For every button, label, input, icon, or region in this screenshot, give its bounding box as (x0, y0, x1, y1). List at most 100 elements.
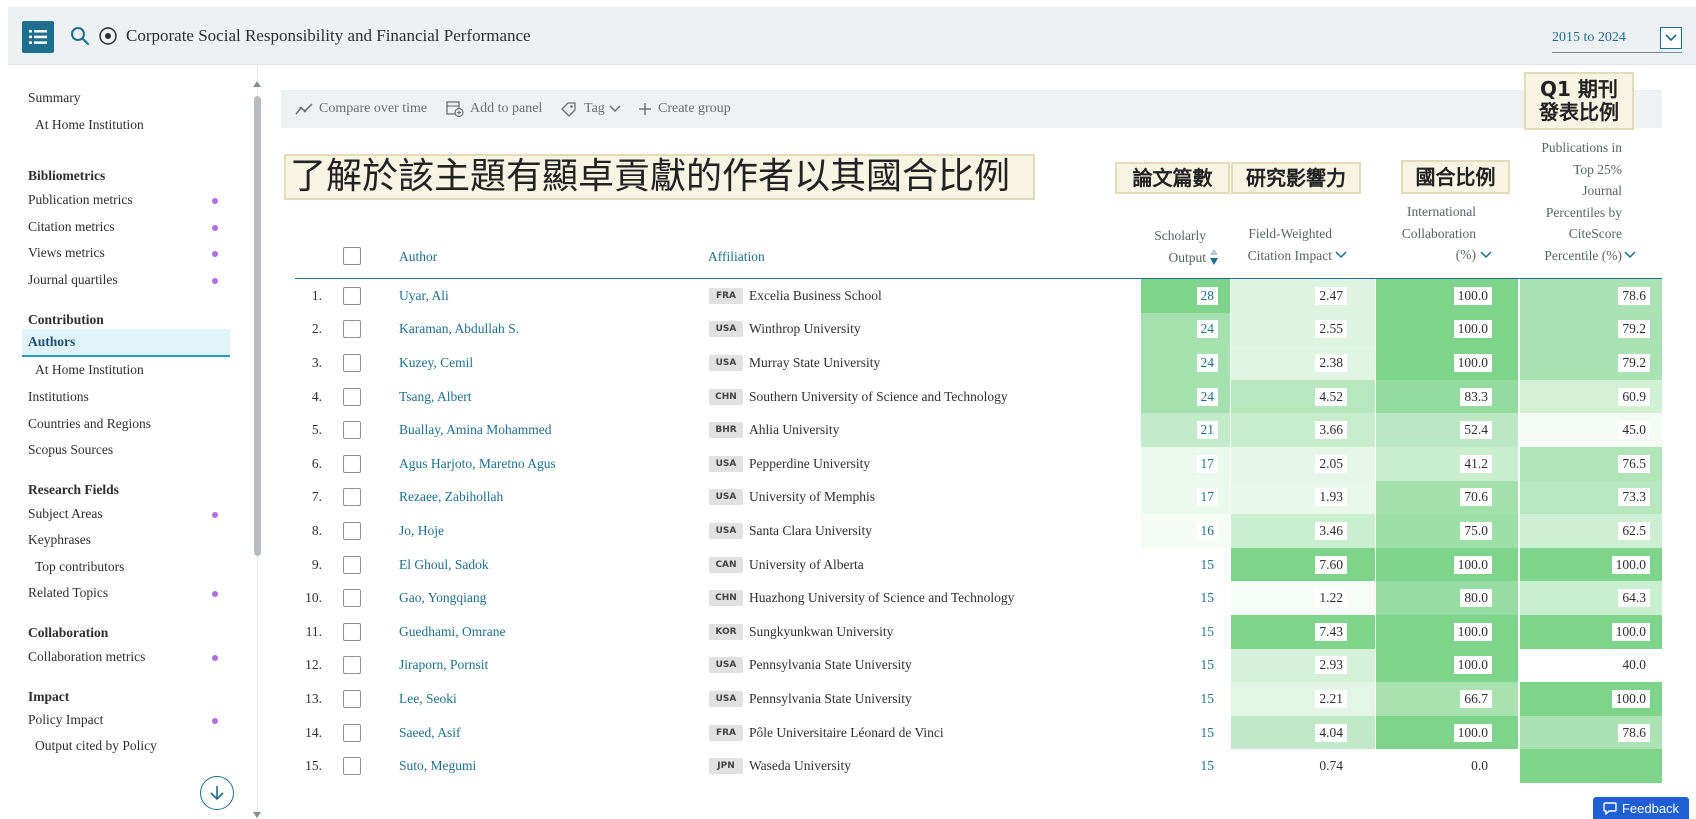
scholarly-output-value[interactable]: 24 (1196, 353, 1218, 372)
author-link[interactable]: Kuzey, Cemil (399, 346, 699, 380)
country-badge: USA (709, 321, 743, 338)
author-link[interactable]: Jo, Hoje (399, 514, 699, 548)
scholarly-output-value[interactable]: 15 (1196, 589, 1218, 608)
create-group-button[interactable]: Create group (638, 90, 731, 128)
sidebar-item-publication-metrics[interactable]: Publication metrics (28, 192, 230, 208)
country-badge: USA (709, 690, 743, 707)
chevron-down-icon[interactable] (1480, 251, 1492, 259)
row-checkbox[interactable] (343, 320, 361, 339)
row-checkbox[interactable] (343, 622, 361, 641)
new-feature-dot-icon (212, 251, 218, 257)
international-collaboration-cell: 100.0 (1376, 279, 1518, 313)
scholarly-output-value[interactable]: 15 (1196, 723, 1218, 742)
row-checkbox[interactable] (343, 723, 361, 742)
add-to-panel-button[interactable]: Add to panel (446, 90, 542, 128)
tag-dropdown-button[interactable]: Tag (560, 90, 621, 128)
row-checkbox[interactable] (343, 421, 361, 440)
scholarly-output-value[interactable]: 15 (1196, 622, 1218, 641)
author-link[interactable]: Tsang, Albert (399, 380, 699, 414)
table-row: 1. Uyar, Ali FRA Excelia Business School 28 2… (0, 279, 1696, 313)
row-rank: 2. (311, 321, 322, 337)
author-link[interactable]: Rezaee, Zabihollah (399, 481, 699, 515)
sidebar-item-at-home-institution[interactable]: At Home Institution (35, 117, 237, 133)
author-link[interactable]: Gao, Yongqiang (399, 581, 699, 615)
row-checkbox[interactable] (343, 656, 361, 675)
affiliation-name: Pennsylvania State University (749, 690, 912, 706)
row-checkbox[interactable] (343, 521, 361, 540)
chevron-down-icon[interactable] (1660, 27, 1682, 49)
scholarly-output-value[interactable]: 17 (1196, 454, 1218, 473)
row-checkbox[interactable] (343, 454, 361, 473)
row-checkbox[interactable] (343, 589, 361, 608)
scroll-down-arrow-icon[interactable] (253, 812, 261, 818)
country-badge: USA (709, 455, 743, 472)
sidebar-item-views-metrics[interactable]: Views metrics (28, 245, 230, 261)
scholarly-output-value[interactable]: 15 (1196, 757, 1218, 776)
author-link[interactable]: Suto, Megumi (399, 749, 699, 783)
top25-percent-value: 100.0 (1611, 555, 1650, 574)
menu-button[interactable] (22, 21, 54, 53)
column-header-scholarly-output[interactable]: Scholarly Output (1140, 225, 1206, 268)
row-checkbox[interactable] (343, 353, 361, 372)
compare-over-time-button[interactable]: Compare over time (295, 90, 427, 128)
plus-icon (639, 103, 651, 115)
author-link[interactable]: Agus Harjoto, Maretno Agus (399, 447, 699, 481)
column-header-international-collaboration[interactable]: International Collaboration (%) (1390, 201, 1476, 266)
row-checkbox[interactable] (343, 689, 361, 708)
author-link[interactable]: Buallay, Amina Mohammed (399, 413, 699, 447)
scholarly-output-value[interactable]: 28 (1196, 286, 1218, 305)
chevron-down-icon[interactable] (1335, 251, 1347, 259)
author-link[interactable]: Lee, Seoki (399, 682, 699, 716)
row-checkbox-cell (343, 514, 361, 548)
author-link[interactable]: El Ghoul, Sadok (399, 548, 699, 582)
sidebar-item-summary[interactable]: Summary (28, 90, 230, 106)
row-checkbox[interactable] (343, 488, 361, 507)
scholarly-output-value[interactable]: 21 (1196, 421, 1218, 440)
affiliation-name: Excelia Business School (749, 287, 882, 303)
column-header-fwci[interactable]: Field-Weighted Citation Impact (1240, 223, 1332, 266)
sidebar-item-citation-metrics[interactable]: Citation metrics (28, 219, 230, 235)
search-button[interactable] (68, 24, 92, 48)
column-header-line: Scholarly (1154, 228, 1206, 243)
scholarly-output-value[interactable]: 15 (1196, 689, 1218, 708)
row-checkbox-cell (343, 380, 361, 414)
scholarly-output-value[interactable]: 24 (1196, 320, 1218, 339)
row-checkbox[interactable] (343, 555, 361, 574)
country-badge: CAN (709, 556, 743, 573)
fwci-cell: 2.05 (1231, 447, 1375, 481)
sort-descending-icon[interactable] (1209, 248, 1219, 266)
column-header-affiliation[interactable]: Affiliation (708, 246, 765, 268)
author-link[interactable]: Guedhami, Omrane (399, 615, 699, 649)
column-header-author[interactable]: Author (399, 246, 437, 268)
chevron-down-icon[interactable] (1624, 251, 1636, 259)
row-checkbox[interactable] (343, 757, 361, 776)
chevron-down-icon (609, 105, 621, 112)
author-link[interactable]: Saeed, Asif (399, 716, 699, 750)
scroll-up-arrow-icon[interactable] (253, 81, 261, 87)
feedback-button[interactable]: Feedback (1593, 797, 1689, 819)
select-all-checkbox[interactable] (343, 247, 361, 265)
international-collaboration-value: 70.6 (1460, 488, 1492, 507)
year-range-select[interactable]: 2015 to 2024 (1552, 23, 1682, 53)
top25-percent-value: 78.6 (1618, 723, 1650, 742)
scholarly-output-cell: 28 (1141, 279, 1230, 313)
author-link[interactable]: Uyar, Ali (399, 279, 699, 313)
scholarly-output-value[interactable]: 16 (1196, 521, 1218, 540)
scholarly-output-value[interactable]: 17 (1196, 488, 1218, 507)
author-link[interactable]: Jiraporn, Pornsit (399, 649, 699, 683)
column-header-top25-journals[interactable]: Publications in Top 25% Journal Percentiles… (1530, 137, 1622, 266)
scholarly-output-value[interactable]: 15 (1196, 555, 1218, 574)
scholarly-output-value[interactable]: 24 (1196, 387, 1218, 406)
fwci-value: 4.52 (1315, 387, 1347, 406)
row-checkbox-cell (343, 313, 361, 347)
international-collaboration-cell: 100.0 (1376, 648, 1518, 683)
row-checkbox-cell (343, 749, 361, 783)
table-row: 15. Suto, Megumi JPN Waseda University 15 0.7… (0, 749, 1696, 783)
international-collaboration-value: 83.3 (1460, 387, 1492, 406)
row-checkbox[interactable] (343, 387, 361, 406)
author-link[interactable]: Karaman, Abdullah S. (399, 313, 699, 347)
scholarly-output-value[interactable]: 15 (1196, 656, 1218, 675)
scholarly-output-cell: 15 (1141, 615, 1230, 649)
column-header-line: Output (1168, 249, 1206, 265)
row-checkbox[interactable] (343, 286, 361, 305)
